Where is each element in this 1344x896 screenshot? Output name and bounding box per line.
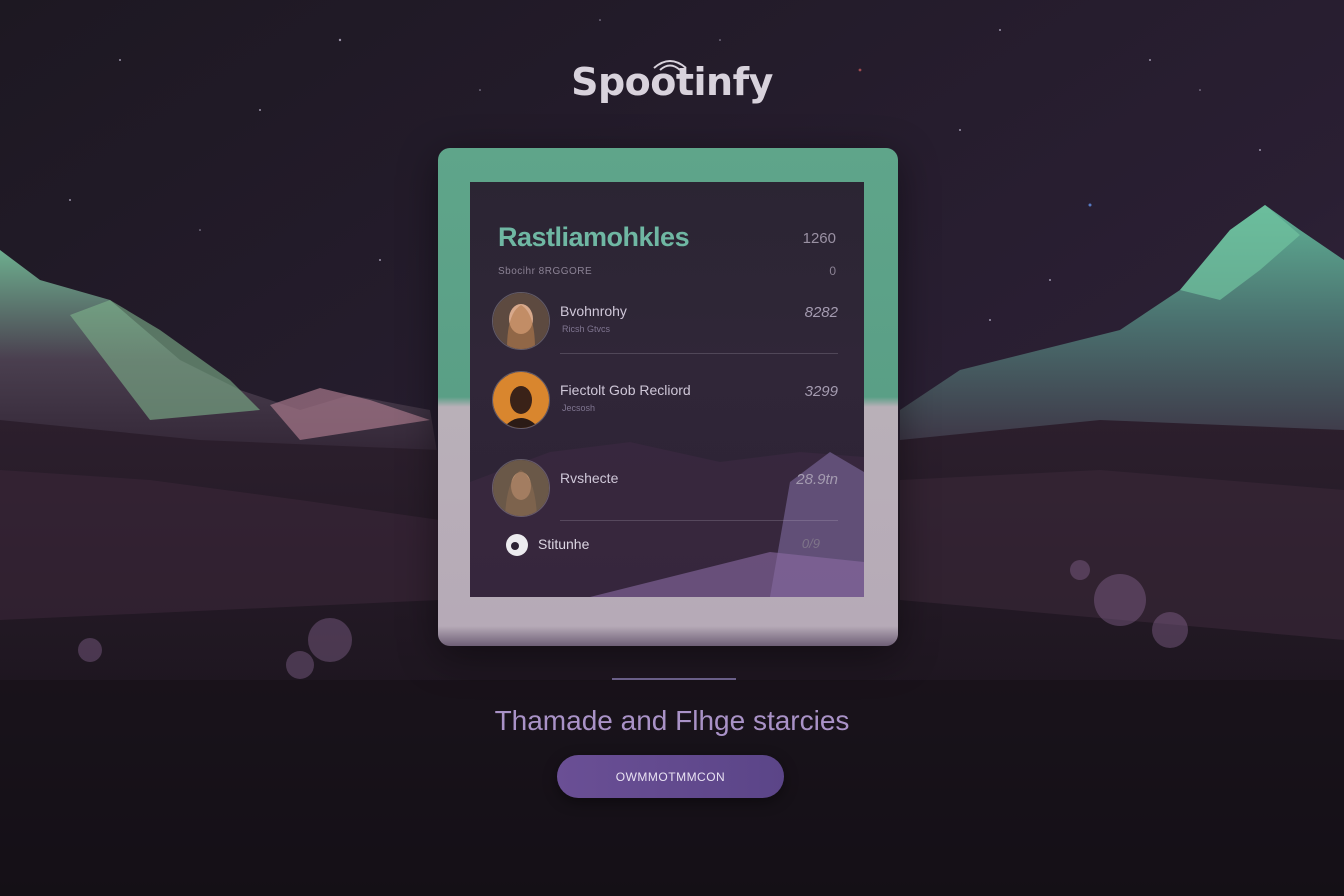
- wifi-waves-icon: [653, 60, 687, 71]
- divider: [560, 520, 838, 521]
- list-item[interactable]: Fiectolt Gob Recliord Jecsosh 3299: [492, 371, 838, 431]
- list-item[interactable]: Bvohnrohy Ricsh Gtvcs 8282: [492, 292, 838, 354]
- playlist-count: 1260: [802, 230, 836, 247]
- list-item[interactable]: Stitunhe 0/9: [492, 534, 838, 562]
- list-item-subtitle: Jecsosh: [562, 403, 596, 413]
- divider-line: [612, 678, 736, 680]
- list-item-value: 28.9tn: [796, 471, 838, 488]
- avatar: [492, 459, 550, 517]
- playlist-card-frame: Rastliamohkles 1260 Sbocihr 8RGGORE 0 Bv…: [438, 148, 898, 646]
- app-logo[interactable]: Spootinfy: [0, 60, 1344, 104]
- playlist-title: Rastliamohkles: [498, 222, 690, 252]
- list-item-subtitle: Ricsh Gtvcs: [562, 324, 611, 334]
- vinyl-icon: [506, 534, 528, 556]
- list-item-value: 3299: [804, 383, 838, 400]
- list-item-name: Fiectolt Gob Recliord: [560, 382, 691, 398]
- playlist-panel: Rastliamohkles 1260 Sbocihr 8RGGORE 0 Bv…: [470, 182, 864, 597]
- avatar: [492, 292, 550, 350]
- avatar: [492, 371, 550, 429]
- list-item-name: Rvshecte: [560, 470, 619, 486]
- list-item-name: Stitunhe: [538, 536, 590, 552]
- tagline: Thamade and Flhge starcies: [494, 705, 850, 736]
- playlist-subtitle: Sbocihr 8RGGORE: [498, 266, 593, 277]
- list-item-value: 0/9: [801, 536, 820, 551]
- list-item[interactable]: Rvshecte 28.9tn: [492, 459, 838, 521]
- playlist-subtitle-value: 0: [829, 264, 836, 278]
- cta-button[interactable]: OWMMOTMMCON: [557, 755, 784, 798]
- divider: [560, 353, 838, 354]
- list-item-value: 8282: [804, 304, 838, 321]
- list-item-name: Bvohnrohy: [560, 303, 627, 319]
